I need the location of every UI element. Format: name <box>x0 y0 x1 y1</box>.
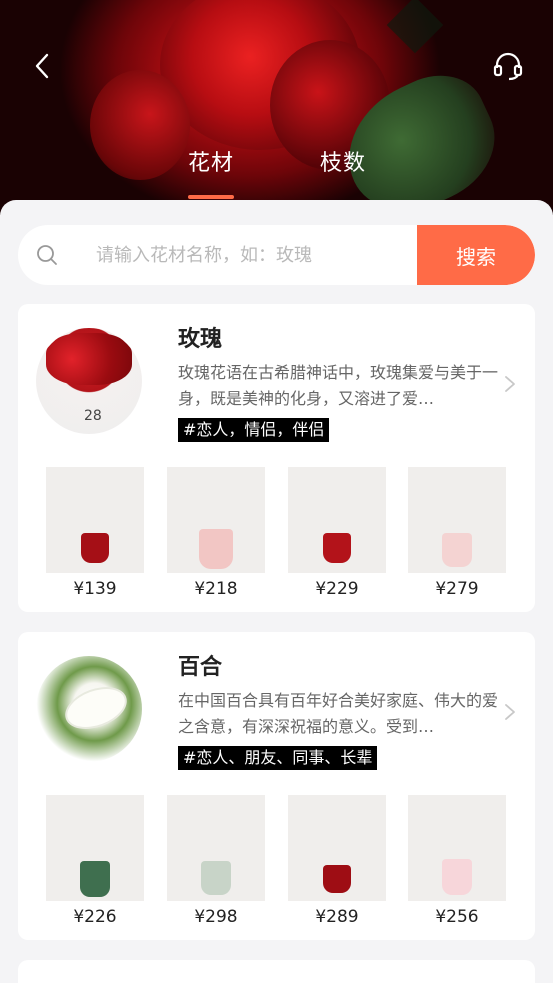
product-item[interactable]: ¥279 <box>408 467 506 599</box>
flower-card-rose[interactable]: 玫瑰 玫瑰花语在古希腊神话中，玫瑰集爱与美于一身，既是美神的化身，又溶进了爱… … <box>18 304 535 612</box>
product-item[interactable]: ¥229 <box>288 467 386 599</box>
flower-info: 百合 在中国百合具有百年好合美好家庭、伟大的爱之含意，有深深祝福的意义。受到… … <box>178 652 498 770</box>
bouquet-image <box>288 467 386 573</box>
product-price: ¥289 <box>315 907 359 927</box>
bouquet-image <box>408 467 506 573</box>
flower-description: 玫瑰花语在古希腊神话中，玫瑰集爱与美于一身，既是美神的化身，又溶进了爱… <box>178 363 498 408</box>
customer-service-button[interactable] <box>490 48 526 84</box>
category-tabs: 花材 枝数 <box>0 145 553 203</box>
search-bar: 搜索 <box>18 225 535 285</box>
flower-card-next[interactable] <box>18 960 535 983</box>
product-item[interactable]: ¥226 <box>46 795 144 927</box>
flower-name: 玫瑰 <box>178 327 223 352</box>
product-price: ¥298 <box>194 907 238 927</box>
tab-stem-count[interactable]: 枝数 <box>320 145 366 177</box>
bouquet-image <box>46 467 144 573</box>
flower-tag: #恋人，情侣，伴侣 <box>178 418 330 442</box>
hero-banner: 花材 枝数 <box>0 0 553 215</box>
product-item[interactable]: ¥298 <box>167 795 265 927</box>
bouquet-image <box>167 795 265 901</box>
flower-avatar <box>36 656 142 762</box>
tab-flower-material[interactable]: 花材 <box>188 145 234 177</box>
search-input[interactable] <box>96 225 416 285</box>
chevron-right-icon[interactable] <box>503 702 517 722</box>
product-price: ¥256 <box>435 907 479 927</box>
headset-icon <box>493 52 523 81</box>
chevron-right-icon[interactable] <box>503 374 517 394</box>
product-price: ¥226 <box>73 907 117 927</box>
product-price: ¥139 <box>73 579 117 599</box>
product-price: ¥229 <box>315 579 359 599</box>
bouquet-image <box>46 795 144 901</box>
flower-info: 玫瑰 玫瑰花语在古希腊神话中，玫瑰集爱与美于一身，既是美神的化身，又溶进了爱… … <box>178 324 498 442</box>
flower-description: 在中国百合具有百年好合美好家庭、伟大的爱之含意，有深深祝福的意义。受到… <box>178 691 498 736</box>
product-item[interactable]: ¥256 <box>408 795 506 927</box>
flower-name: 百合 <box>178 655 223 680</box>
chevron-left-icon <box>35 53 49 79</box>
product-price: ¥279 <box>435 579 479 599</box>
product-item[interactable]: ¥289 <box>288 795 386 927</box>
product-item[interactable]: ¥139 <box>46 467 144 599</box>
product-list: ¥226 ¥298 ¥289 ¥256 <box>46 795 516 927</box>
product-item[interactable]: ¥218 <box>167 467 265 599</box>
product-list: ¥139 ¥218 ¥229 ¥279 <box>46 467 516 599</box>
flower-tag: #恋人、朋友、同事、长辈 <box>178 746 378 770</box>
back-button[interactable] <box>26 50 58 82</box>
search-icon <box>37 245 57 265</box>
bouquet-image <box>167 467 265 573</box>
product-price: ¥218 <box>194 579 238 599</box>
bouquet-image <box>408 795 506 901</box>
leaf-decoration <box>386 0 444 54</box>
flower-avatar <box>36 328 142 434</box>
active-tab-indicator <box>188 195 234 199</box>
flower-card-lily[interactable]: 百合 在中国百合具有百年好合美好家庭、伟大的爱之含意，有深深祝福的意义。受到… … <box>18 632 535 940</box>
search-button[interactable]: 搜索 <box>417 225 535 285</box>
content-panel: 搜索 玫瑰 玫瑰花语在古希腊神话中，玫瑰集爱与美于一身，既是美神的化身，又溶进了… <box>0 200 553 983</box>
bouquet-image <box>288 795 386 901</box>
